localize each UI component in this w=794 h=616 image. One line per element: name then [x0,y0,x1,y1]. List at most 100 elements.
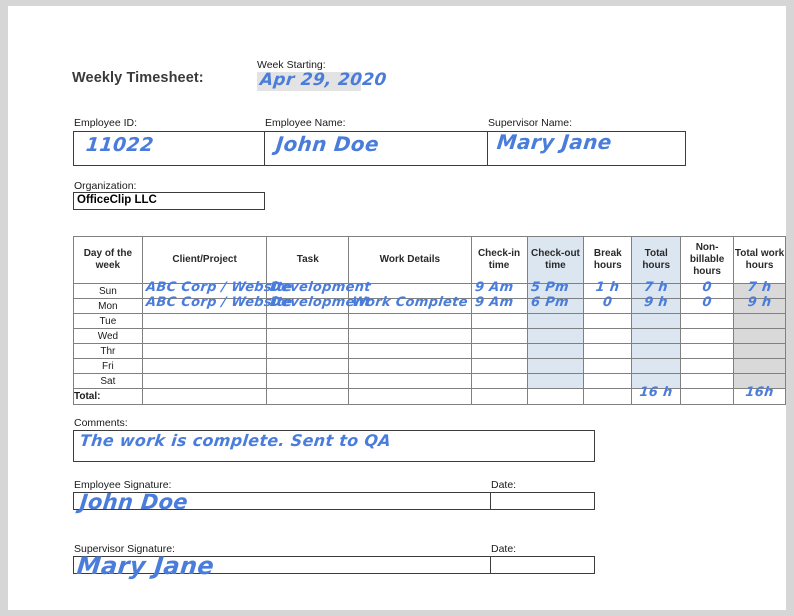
total-blank-1 [141,388,268,405]
table-row: Tue [73,313,786,329]
cell-check-in[interactable]: 9 Am [470,295,528,314]
cell-total-hours[interactable] [631,343,682,359]
cell-day: Thr [73,343,143,359]
organization-value: OfficeClip LLC [77,194,157,206]
cell-non-billable[interactable]: 0 [680,295,735,314]
cell-non-billable[interactable] [680,358,735,374]
cell-break-hours[interactable] [583,373,633,389]
cell-day: Sat [73,373,143,389]
col-break-hours: Break hours [583,236,633,284]
cell-check-out[interactable] [526,373,585,389]
cell-non-billable[interactable] [680,328,735,344]
cell-total-work-value: 7 h [746,280,773,295]
cell-check-out[interactable] [526,328,585,344]
page-title: Weekly Timesheet: [72,70,204,86]
cell-work-details[interactable] [348,328,472,344]
total-blank-2 [266,388,350,405]
cell-total-hours[interactable] [631,328,682,344]
cell-work-details[interactable]: Work Complete [348,295,472,314]
cell-total-work[interactable] [733,328,786,344]
cell-day: Wed [73,328,143,344]
cell-total-work[interactable] [733,313,786,329]
cell-check-in[interactable] [470,313,528,329]
cell-client-project[interactable]: ABC Corp / Website [141,295,293,314]
cell-total-work-value: 9 h [746,295,773,310]
cell-check-out[interactable] [526,343,585,359]
table-row: Thr [73,343,786,359]
identity-divider-2 [487,132,488,165]
cell-break-hours[interactable]: 0 [583,295,633,314]
cell-total-work[interactable] [733,358,786,374]
table-total-row: Total: 16 h 16h [73,385,786,405]
cell-non-billable[interactable] [680,313,735,329]
total-blank-5 [526,388,585,405]
cell-task[interactable] [266,328,350,344]
employee-signature-value: John Doe [78,490,190,514]
total-non-billable [680,388,735,405]
cell-total-work[interactable]: 9 h [733,295,786,314]
table-row: Mon ABC Corp / Website Development Work Com… [73,295,786,314]
cell-client-project[interactable] [141,358,268,374]
cell-total-work[interactable] [733,343,786,359]
cell-task[interactable] [266,343,350,359]
cell-day: Mon [73,298,143,314]
supervisor-signature-divider [490,557,491,573]
employee-signature-divider [490,493,491,509]
cell-non-billable[interactable] [680,343,735,359]
cell-total-hours[interactable] [631,358,682,374]
cell-break-hours[interactable] [583,328,633,344]
cell-check-out[interactable] [526,313,585,329]
col-task: Task [266,236,350,284]
cell-check-in[interactable] [470,373,528,389]
cell-total-hours[interactable] [631,313,682,329]
cell-break-hours[interactable] [583,358,633,374]
col-check-out: Check-out time [526,236,585,284]
total-blank-4 [470,388,528,405]
cell-client-project[interactable] [141,328,268,344]
cell-non-billable-value: 0 [701,280,713,295]
identity-divider-1 [264,132,265,165]
cell-non-billable[interactable] [680,373,735,389]
total-total-hours-value: 16 h [638,385,674,400]
cell-check-in[interactable] [470,328,528,344]
cell-check-out-value: 6 Pm [529,295,570,310]
total-blank-3 [348,388,472,405]
employee-id-value[interactable]: 11022 [85,134,155,156]
cell-break-hours-value: 0 [602,295,614,310]
cell-task[interactable] [266,373,350,389]
cell-day: Fri [73,358,143,374]
col-total-work: Total work hours [733,236,786,284]
cell-total-hours-value: 9 h [643,295,669,310]
cell-total-hours[interactable]: 9 h [631,295,682,314]
cell-check-out[interactable] [526,358,585,374]
cell-client-project[interactable] [141,373,268,389]
cell-check-in[interactable] [470,343,528,359]
cell-check-in-value: 9 Am [473,295,514,310]
cell-client-project[interactable] [141,313,268,329]
cell-break-hours[interactable] [583,343,633,359]
cell-task[interactable] [266,313,350,329]
col-total-hours: Total hours [631,236,682,284]
week-starting-value[interactable]: Apr 29, 2020 [259,70,388,90]
employee-name-value[interactable]: John Doe [275,132,380,156]
employee-id-label: Employee ID: [74,117,138,129]
col-check-in: Check-in time [470,236,528,284]
timesheet-page: Weekly Timesheet: Week Starting: Apr 29,… [8,6,786,610]
timesheet-table: Day of the week Client/Project Task Work… [73,236,786,405]
cell-work-details[interactable] [348,358,472,374]
total-label: Total: [73,388,143,405]
cell-work-details[interactable] [348,373,472,389]
supervisor-date-label: Date: [491,543,517,555]
cell-check-in[interactable] [470,358,528,374]
cell-client-project[interactable] [141,343,268,359]
cell-task[interactable] [266,358,350,374]
cell-check-out[interactable]: 6 Pm [526,295,585,314]
supervisor-name-value[interactable]: Mary Jane [496,130,613,154]
cell-work-details[interactable] [348,313,472,329]
cell-break-hours[interactable] [583,313,633,329]
cell-task[interactable]: Development [266,295,372,314]
total-total-work-value: 16h [744,385,775,400]
cell-work-details[interactable] [348,343,472,359]
comments-label: Comments: [74,417,128,429]
cell-check-out-value: 5 Pm [529,280,570,295]
